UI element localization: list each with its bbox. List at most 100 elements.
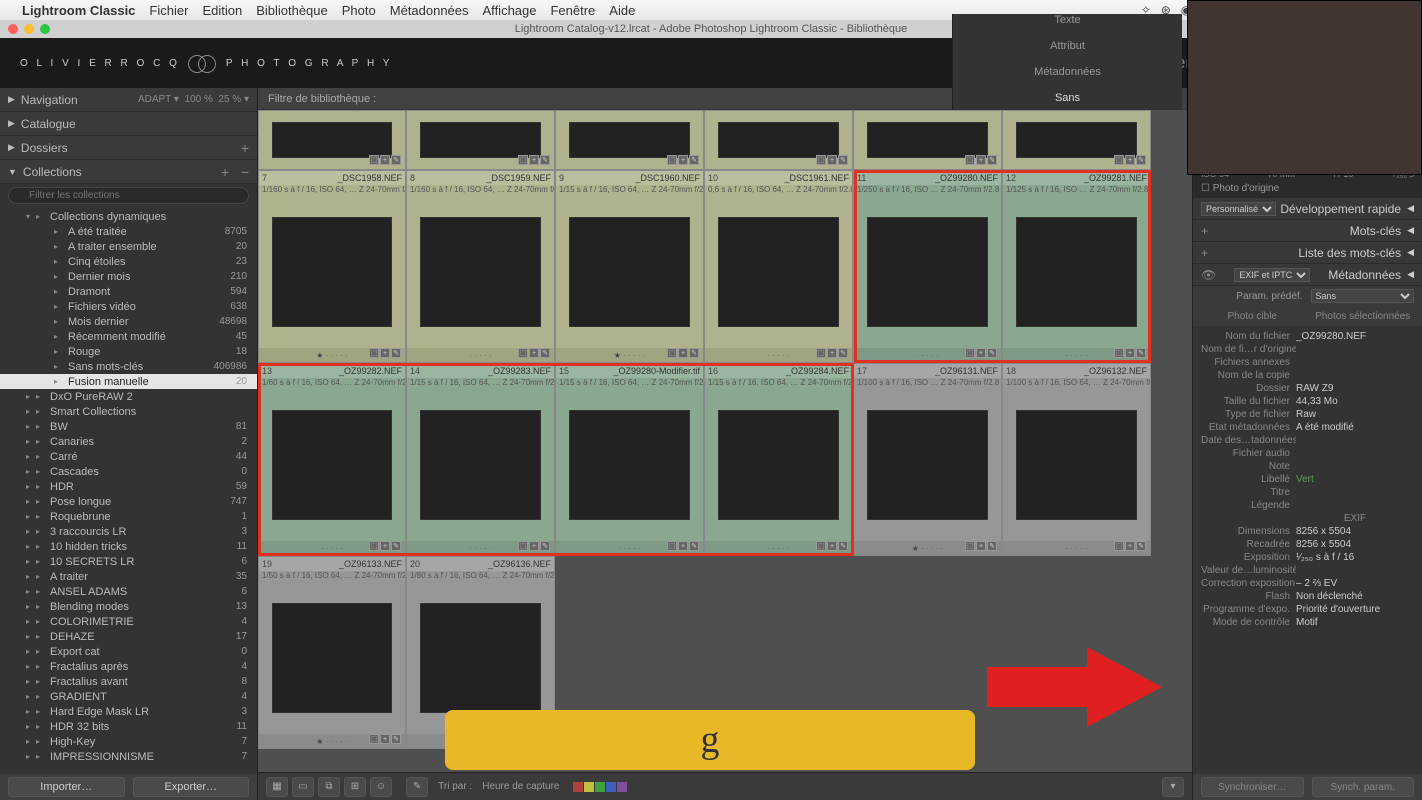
panel-keyword-list[interactable]: + Liste des mots-clés◀ [1193,242,1422,264]
target-photo-button[interactable]: Photo cible [1201,311,1304,322]
collection-item[interactable]: ▸▸Pose longue747 [0,494,257,509]
view-compare-icon[interactable]: ⧉ [318,777,340,797]
collection-item[interactable]: ▸▸Smart Collections [0,404,257,419]
collection-item[interactable]: ▸▸10 SECRETS LR6 [0,554,257,569]
view-grid-icon[interactable]: ▦ [266,777,288,797]
grid-cell[interactable]: 19_OZ96133.NEF 1/50 s à f / 16, ISO 64, … [258,556,406,749]
grid-cell[interactable]: 17_OZ96131.NEF 1/100 s à f / 16, ISO … Z… [853,363,1002,556]
grid-cell[interactable]: 11_OZ99280.NEF 1/250 s à f / 16, ISO … Z… [853,170,1002,363]
grid-cell[interactable]: ⬚+✎ [406,110,555,170]
collection-item[interactable]: ▸▸HDR 32 bits11 [0,719,257,734]
collection-item[interactable]: ▸Sans mots-clés406986 [0,359,257,374]
collections-search[interactable] [8,187,249,204]
collection-item[interactable]: ▸▸Fractalius avant8 [0,674,257,689]
sort-value[interactable]: Heure de capture [482,781,559,792]
grid-cell[interactable]: 18_OZ96132.NEF 1/100 s à f / 16, ISO 64,… [1002,363,1151,556]
collection-item[interactable]: ▸▸High-Key7 [0,734,257,749]
collection-item[interactable]: ▸Fusion manuelle20 [0,374,257,389]
collection-item[interactable]: ▸▸DEHAZE17 [0,629,257,644]
collection-item[interactable]: ▸Dernier mois210 [0,269,257,284]
menu-item[interactable]: Fichier [149,3,188,18]
close-window[interactable] [8,24,18,34]
grid-cell[interactable]: 15_OZ99280-Modifier.tif 1/15 s à f / 16,… [555,363,704,556]
grid-cell[interactable]: ⬚+✎ [704,110,853,170]
filter-tab-text[interactable]: Texte [1054,14,1080,26]
grid-cell[interactable]: 9_DSC1960.NEF 1/15 s à f / 16, ISO 64, …… [555,170,704,363]
import-button[interactable]: Importer… [8,777,125,797]
grid-cell[interactable]: 12_OZ99281.NEF 1/125 s à f / 16, ISO … Z… [1002,170,1151,363]
grid-cell[interactable]: 16_OZ99284.NEF 1/15 s à f / 16, ISO 64, … [704,363,853,556]
collection-item[interactable]: ▸▸Carré44 [0,449,257,464]
collection-item[interactable]: ▸A traiter ensemble20 [0,239,257,254]
panel-keywords[interactable]: + Mots-clés◀ [1193,220,1422,242]
collection-item[interactable]: ▸Récemment modifié45 [0,329,257,344]
collection-item[interactable]: ▸▸BW81 [0,419,257,434]
original-photo-checkbox[interactable]: ☐ Photo d'origine [1201,179,1414,194]
menu-app[interactable]: Lightroom Classic [22,3,135,18]
color-label-swatches[interactable] [573,782,627,792]
collection-item[interactable]: ▸▸Roquebrune1 [0,509,257,524]
collection-item[interactable]: ▸▸10 hidden tricks11 [0,539,257,554]
collection-item[interactable]: ▸▸A traiter35 [0,569,257,584]
collection-item[interactable]: ▸▸3 raccourcis LR3 [0,524,257,539]
sync-settings-button[interactable]: Synch. param. [1312,777,1415,797]
panel-navigation[interactable]: ▶Navigation ADAPT ▾ 100 % 25 % ▾ [0,88,257,112]
collection-item[interactable]: ▾▸Collections dynamiques [0,209,257,224]
menu-item[interactable]: Edition [202,3,242,18]
collection-item[interactable]: ▸Mois dernier48698 [0,314,257,329]
export-button[interactable]: Exporter… [133,777,250,797]
grid-cell[interactable]: 14_OZ99283.NEF 1/15 s à f / 16, ISO 64, … [406,363,555,556]
grid-cell[interactable]: 7_DSC1958.NEF 1/160 s à f / 16, ISO 64, … [258,170,406,363]
maximize-window[interactable] [40,24,50,34]
menu-item[interactable]: Métadonnées [390,3,469,18]
collection-item[interactable]: ▸▸Export cat0 [0,644,257,659]
collection-item[interactable]: ▸Dramont594 [0,284,257,299]
collection-item[interactable]: ▸▸IMPRESSIONNISME7 [0,749,257,764]
menu-item[interactable]: Photo [342,3,376,18]
filter-tab-metadata[interactable]: Métadonnées [1034,66,1101,78]
grid-cell[interactable]: ⬚+✎ [258,110,406,170]
view-loupe-icon[interactable]: ▭ [292,777,314,797]
grid-cell[interactable]: ⬚+✎ [1002,110,1151,170]
panel-quickdev[interactable]: Personnalisé Développement rapide◀ [1193,198,1422,220]
selected-photos-button[interactable]: Photos sélectionnées [1312,311,1415,322]
grid-cell[interactable]: 13_OZ99282.NEF 1/60 s à f / 16, ISO 64, … [258,363,406,556]
collection-item[interactable]: ▸▸Fractalius après4 [0,659,257,674]
menu-item[interactable]: Bibliothèque [256,3,328,18]
collection-item[interactable]: ▸▸ANSEL ADAMS6 [0,584,257,599]
thumbnail-size-down[interactable]: ▾ [1162,777,1184,797]
collection-item[interactable]: ▸▸Cascades0 [0,464,257,479]
collection-item[interactable]: ▸▸Canaries2 [0,434,257,449]
metadata-view-select[interactable]: EXIF et IPTC [1234,268,1310,282]
menu-item[interactable]: Affichage [483,3,537,18]
collection-item[interactable]: ▸Rouge18 [0,344,257,359]
metadata-preset-select[interactable]: Sans [1311,289,1415,303]
collection-item[interactable]: ▸Fichiers vidéo638 [0,299,257,314]
minimize-window[interactable] [24,24,34,34]
menu-item[interactable]: Fenêtre [550,3,595,18]
grid-cell[interactable]: ⬚+✎ [555,110,704,170]
view-survey-icon[interactable]: ⊞ [344,777,366,797]
collection-item[interactable]: ▸▸Blending modes13 [0,599,257,614]
sync-button[interactable]: Synchroniser… [1201,777,1304,797]
collection-item[interactable]: ▸Cinq étoiles23 [0,254,257,269]
grid-cell[interactable]: ⬚+✎ [853,110,1002,170]
filter-tab-none[interactable]: Sans [1055,92,1080,104]
collection-item[interactable]: ▸▸COLORIMETRIE4 [0,614,257,629]
view-people-icon[interactable]: ☺ [370,777,392,797]
panel-dossiers[interactable]: ▶Dossiers+ [0,136,257,160]
panel-metadata[interactable]: 👁 EXIF et IPTC Métadonnées◀ [1193,264,1422,286]
grid-cell[interactable]: 10_DSC1961.NEF 0,6 s à f / 16, ISO 64, …… [704,170,853,363]
quickdev-preset[interactable]: Personnalisé [1201,202,1276,216]
panel-collections[interactable]: ▼Collections+ − [0,160,257,184]
collection-item[interactable]: ▸▸Hard Edge Mask LR3 [0,704,257,719]
filter-tab-attribute[interactable]: Attribut [1050,40,1085,52]
collection-item[interactable]: ▸▸HDR59 [0,479,257,494]
menu-item[interactable]: Aide [609,3,635,18]
collection-item[interactable]: ▸▸GRADIENT4 [0,689,257,704]
collection-item[interactable]: ▸▸DxO PureRAW 2 [0,389,257,404]
painter-icon[interactable]: ✎ [406,777,428,797]
panel-catalogue[interactable]: ▶Catalogue [0,112,257,136]
collection-item[interactable]: ▸A été traitée8705 [0,224,257,239]
grid-cell[interactable]: 8_DSC1959.NEF 1/160 s à f / 16, ISO 64, … [406,170,555,363]
